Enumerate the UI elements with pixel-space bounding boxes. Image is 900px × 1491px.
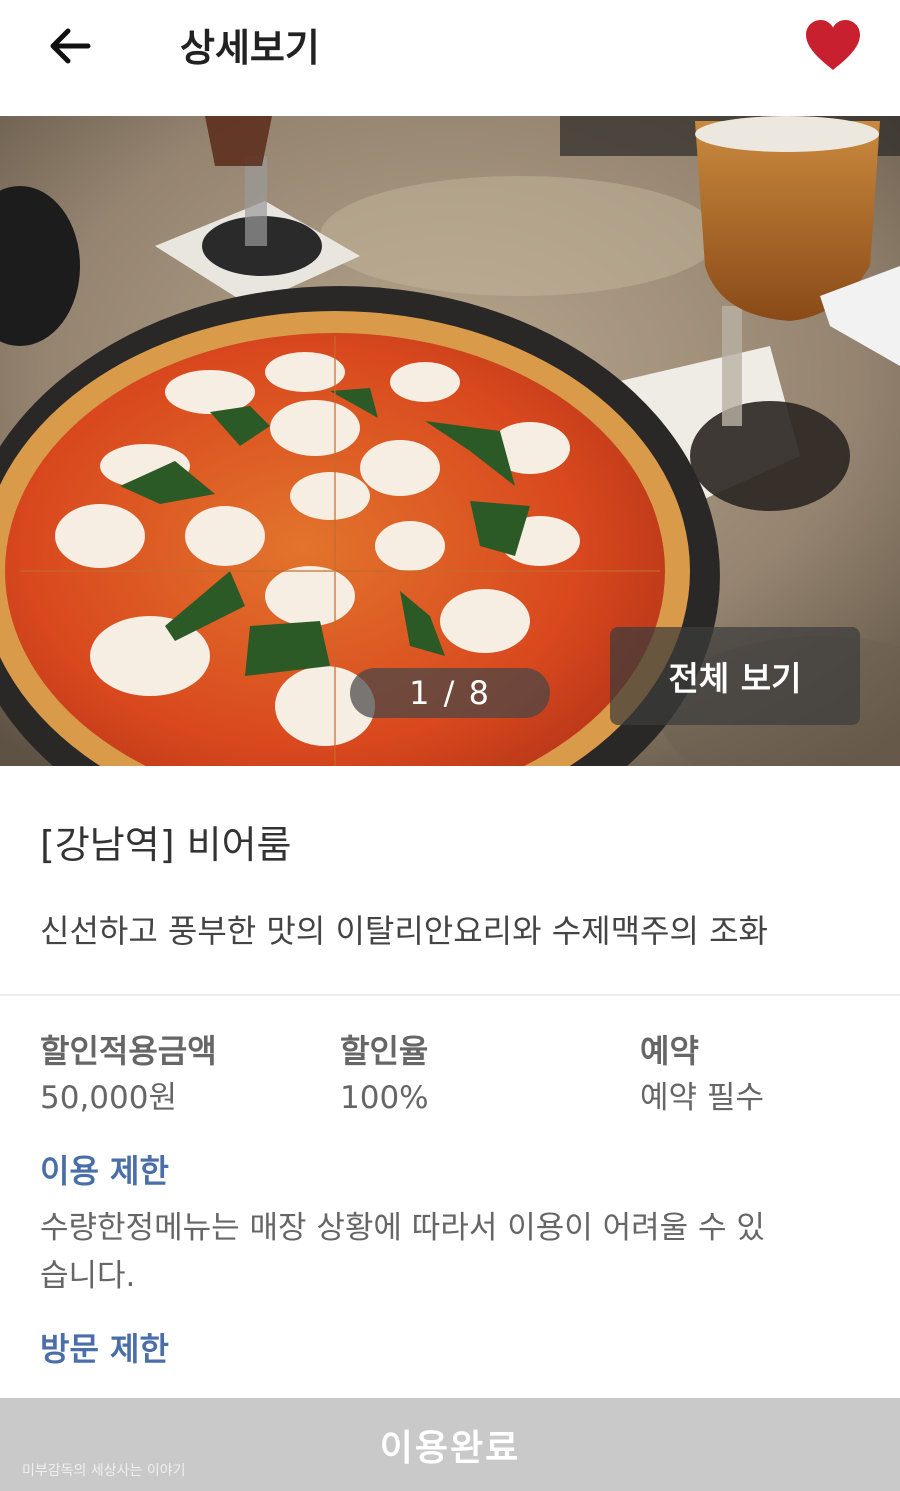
- discount-amount-label: 할인적용금액: [40, 1032, 217, 1070]
- heart-filled-icon: [803, 18, 863, 76]
- store-name: [강남역] 비어룸: [40, 823, 292, 867]
- store-description: 신선하고 풍부한 맛의 이탈리안요리와 수제맥주의 조화: [40, 912, 768, 950]
- page-indicator: 1 / 8: [350, 668, 550, 718]
- favorite-button[interactable]: [798, 14, 868, 80]
- discount-rate-block: 할인율 100%: [340, 1028, 429, 1122]
- store-photo[interactable]: 1 / 8 전체 보기: [0, 116, 900, 766]
- discount-amount-value: 50,000원: [40, 1080, 177, 1116]
- visit-restriction-title: 방문 제한: [40, 1330, 169, 1368]
- divider: [0, 994, 900, 996]
- discount-rate-label: 할인율: [340, 1032, 429, 1070]
- watermark: 미부감독의 세상사는 이야기: [22, 1463, 186, 1479]
- reservation-value: 예약 필수: [640, 1080, 764, 1116]
- view-all-button[interactable]: 전체 보기: [610, 627, 860, 725]
- arrow-left-icon: [48, 26, 92, 70]
- discount-rate-value: 100%: [340, 1080, 429, 1116]
- discount-amount-block: 할인적용금액 50,000원: [40, 1028, 217, 1122]
- usage-restriction-title: 이용 제한: [40, 1152, 169, 1190]
- usage-restriction-body: 수량한정메뉴는 매장 상황에 따라서 이용이 어려울 수 있습니다.: [40, 1210, 765, 1294]
- use-complete-label: 이용완료: [379, 1427, 521, 1469]
- page-title: 상세보기: [180, 26, 320, 70]
- reservation-block: 예약 예약 필수: [640, 1028, 764, 1122]
- app-header: 상세보기: [0, 0, 900, 116]
- reservation-label: 예약: [640, 1032, 699, 1070]
- back-button[interactable]: [36, 18, 104, 78]
- detail-screen: 상세보기 1 / 8 전체 보기 [강남역] 비어룸 신선하고 풍부한 맛의 이…: [0, 0, 900, 1491]
